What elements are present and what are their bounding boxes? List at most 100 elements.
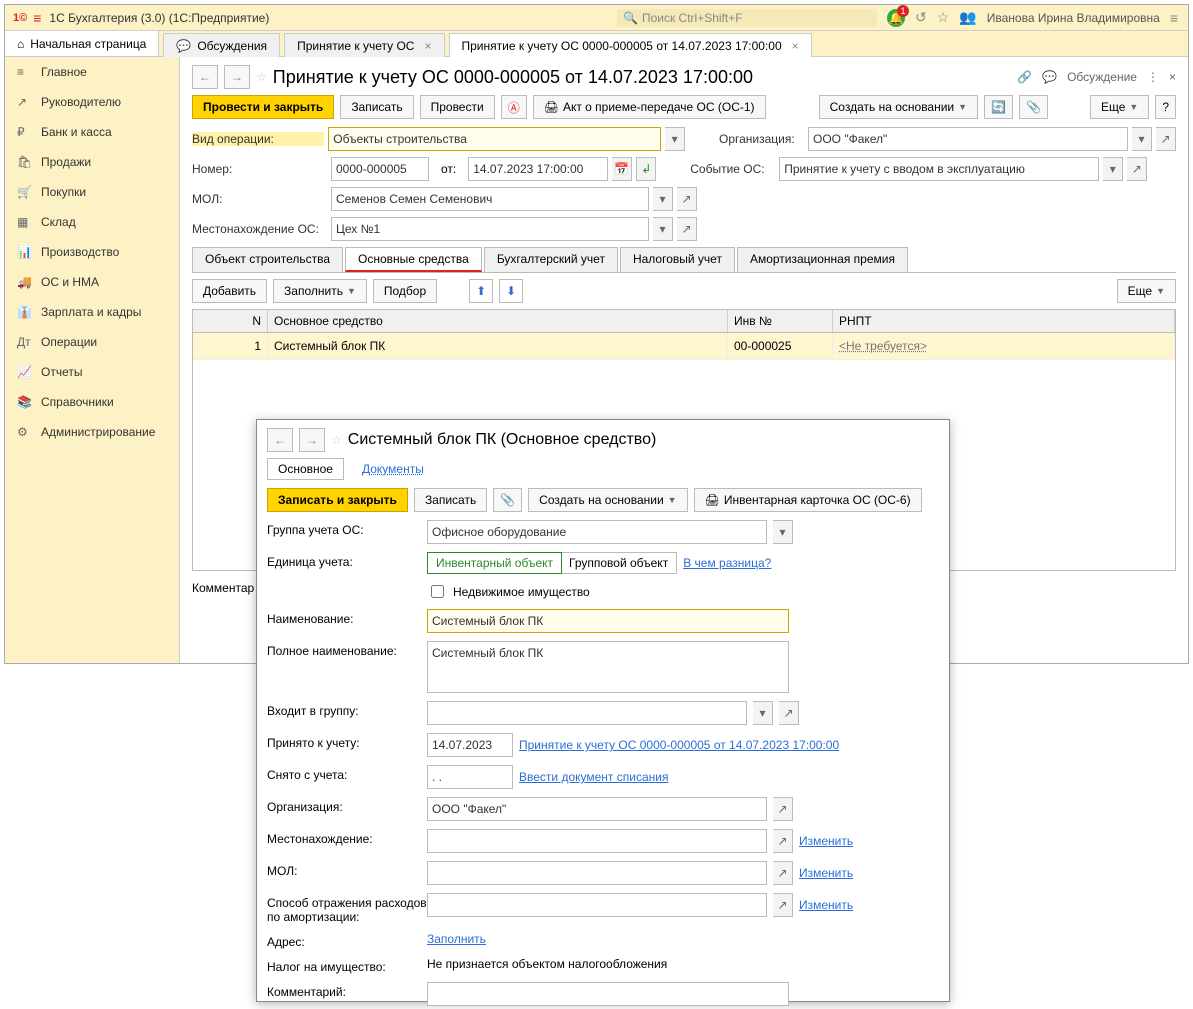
subtab-accounting[interactable]: Бухгалтерский учет: [484, 247, 618, 272]
subtab-construction[interactable]: Объект строительства: [192, 247, 343, 272]
dropdown-icon[interactable]: ▾: [653, 187, 673, 211]
comment-input[interactable]: [427, 982, 789, 1006]
unit-group-option[interactable]: Групповой объект: [561, 553, 676, 573]
nav-catalogs[interactable]: 📚Справочники: [5, 387, 179, 417]
search-input[interactable]: 🔍 Поиск Ctrl+Shift+F: [617, 9, 877, 27]
nav-sales[interactable]: 🛍Продажи: [5, 147, 179, 177]
open-icon[interactable]: ↗: [677, 217, 697, 241]
calendar-icon[interactable]: 📅: [612, 157, 632, 181]
kebab-icon[interactable]: ⋮: [1147, 70, 1159, 84]
location-input[interactable]: [427, 829, 767, 853]
open-icon[interactable]: ↗: [773, 797, 793, 821]
unit-help-link[interactable]: В чем разница?: [683, 556, 771, 570]
post-close-button[interactable]: Провести и закрыть: [192, 95, 334, 119]
nav-operations[interactable]: ДтОперации: [5, 327, 179, 357]
hamburger-icon[interactable]: ≡: [33, 10, 41, 26]
save-button[interactable]: Записать: [414, 488, 487, 512]
inventory-card-button[interactable]: 🖨Инвентарная карточка ОС (ОС-6): [694, 488, 922, 512]
date-input[interactable]: 14.07.2023 17:00:00: [468, 157, 608, 181]
print-act-button[interactable]: 🖨Акт о приеме-передаче ОС (ОС-1): [533, 95, 766, 119]
ingroup-input[interactable]: [427, 701, 747, 725]
open-icon[interactable]: ↗: [773, 829, 793, 853]
close-icon[interactable]: ×: [1169, 70, 1176, 84]
open-icon[interactable]: ↗: [1156, 127, 1176, 151]
history-icon[interactable]: ↺: [915, 9, 927, 26]
subtab-fixed-assets[interactable]: Основные средства: [345, 247, 482, 272]
open-icon[interactable]: ↗: [773, 893, 793, 917]
more-button[interactable]: Еще▼: [1090, 95, 1149, 119]
amort-input[interactable]: [427, 893, 767, 917]
post-button[interactable]: Провести: [420, 95, 495, 119]
name-input[interactable]: Системный блок ПК: [427, 609, 789, 633]
nav-reports[interactable]: 📈Отчеты: [5, 357, 179, 387]
tab-acceptance-list[interactable]: Принятие к учету ОС ×: [284, 33, 444, 57]
subtab-amort-bonus[interactable]: Амортизационная премия: [737, 247, 908, 272]
more-button[interactable]: Еще▼: [1117, 279, 1176, 303]
open-icon[interactable]: ↗: [1127, 157, 1147, 181]
pick-button[interactable]: Подбор: [373, 279, 437, 303]
back-button[interactable]: ←: [267, 428, 293, 452]
nav-warehouse[interactable]: ▦Склад: [5, 207, 179, 237]
mol-input[interactable]: [427, 861, 767, 885]
discussion-label[interactable]: Обсуждение: [1067, 70, 1137, 84]
tab-discussions[interactable]: 💬 Обсуждения: [163, 33, 280, 57]
nav-salary[interactable]: 👔Зарплата и кадры: [5, 297, 179, 327]
fill-button[interactable]: Заполнить▼: [273, 279, 367, 303]
menu-icon[interactable]: ≡: [1170, 10, 1178, 26]
move-up-button[interactable]: ⬆: [469, 279, 493, 303]
save-close-button[interactable]: Записать и закрыть: [267, 488, 408, 512]
dropdown-icon[interactable]: ▾: [653, 217, 673, 241]
discussion-icon[interactable]: 💬: [1042, 70, 1057, 84]
nav-admin[interactable]: ⚙Администрирование: [5, 417, 179, 447]
event-input[interactable]: Принятие к учету с вводом в эксплуатацию: [779, 157, 1099, 181]
nav-manager[interactable]: ↗Руководителю: [5, 87, 179, 117]
open-icon[interactable]: ↗: [677, 187, 697, 211]
organization-input[interactable]: ООО "Факел": [808, 127, 1128, 151]
table-row[interactable]: 1 Системный блок ПК 00-000025 <Не требуе…: [193, 333, 1175, 360]
realty-checkbox[interactable]: [431, 585, 444, 598]
nav-purchases[interactable]: 🛒Покупки: [5, 177, 179, 207]
popup-tab-main[interactable]: Основное: [267, 458, 344, 480]
create-based-button[interactable]: Создать на основании▼: [528, 488, 687, 512]
writeoff-link[interactable]: Ввести документ списания: [519, 770, 668, 784]
apply-icon[interactable]: ↲: [636, 157, 656, 181]
fullname-input[interactable]: Системный блок ПК: [427, 641, 789, 693]
forward-button[interactable]: →: [224, 65, 250, 89]
change-link[interactable]: Изменить: [799, 866, 853, 880]
user-name[interactable]: Иванова Ирина Владимировна: [987, 11, 1160, 25]
close-icon[interactable]: ×: [792, 39, 799, 53]
link-icon[interactable]: 🔗: [1017, 70, 1032, 84]
rnpt-link[interactable]: <Не требуется>: [839, 339, 927, 353]
dropdown-icon[interactable]: ▾: [665, 127, 685, 151]
nav-production[interactable]: 📊Производство: [5, 237, 179, 267]
help-button[interactable]: ?: [1155, 95, 1176, 119]
mol-input[interactable]: Семенов Семен Семенович: [331, 187, 649, 211]
group-input[interactable]: Офисное оборудование: [427, 520, 767, 544]
open-icon[interactable]: ↗: [773, 861, 793, 885]
location-input[interactable]: Цех №1: [331, 217, 649, 241]
open-icon[interactable]: ↗: [779, 701, 799, 725]
unit-inventory-option[interactable]: Инвентарный объект: [427, 552, 562, 574]
tab-home[interactable]: ⌂ Начальная страница: [5, 31, 159, 56]
operation-type-input[interactable]: Объекты строительства: [328, 127, 661, 151]
popup-tab-documents[interactable]: Документы: [352, 459, 434, 479]
favorite-icon[interactable]: ☆: [331, 433, 342, 447]
dropdown-icon[interactable]: ▾: [1103, 157, 1123, 181]
attach-button[interactable]: 📎: [1019, 95, 1048, 119]
dropdown-icon[interactable]: ▾: [753, 701, 773, 725]
removed-date-input[interactable]: . .: [427, 765, 513, 789]
users-icon[interactable]: 👥: [959, 9, 976, 26]
change-link[interactable]: Изменить: [799, 834, 853, 848]
forward-button[interactable]: →: [299, 428, 325, 452]
notifications-icon[interactable]: 🔔1: [887, 9, 905, 27]
nav-main[interactable]: ≡Главное: [5, 57, 179, 87]
subtab-tax[interactable]: Налоговый учет: [620, 247, 735, 272]
create-based-button[interactable]: Создать на основании▼: [819, 95, 978, 119]
fill-address-link[interactable]: Заполнить: [427, 932, 486, 946]
close-icon[interactable]: ×: [424, 39, 431, 53]
accepted-doc-link[interactable]: Принятие к учету ОС 0000-000005 от 14.07…: [519, 738, 839, 752]
add-button[interactable]: Добавить: [192, 279, 267, 303]
nav-bank[interactable]: ₽Банк и касса: [5, 117, 179, 147]
nav-fixed-assets[interactable]: 🚚ОС и НМА: [5, 267, 179, 297]
tab-document-active[interactable]: Принятие к учету ОС 0000-000005 от 14.07…: [449, 33, 812, 57]
